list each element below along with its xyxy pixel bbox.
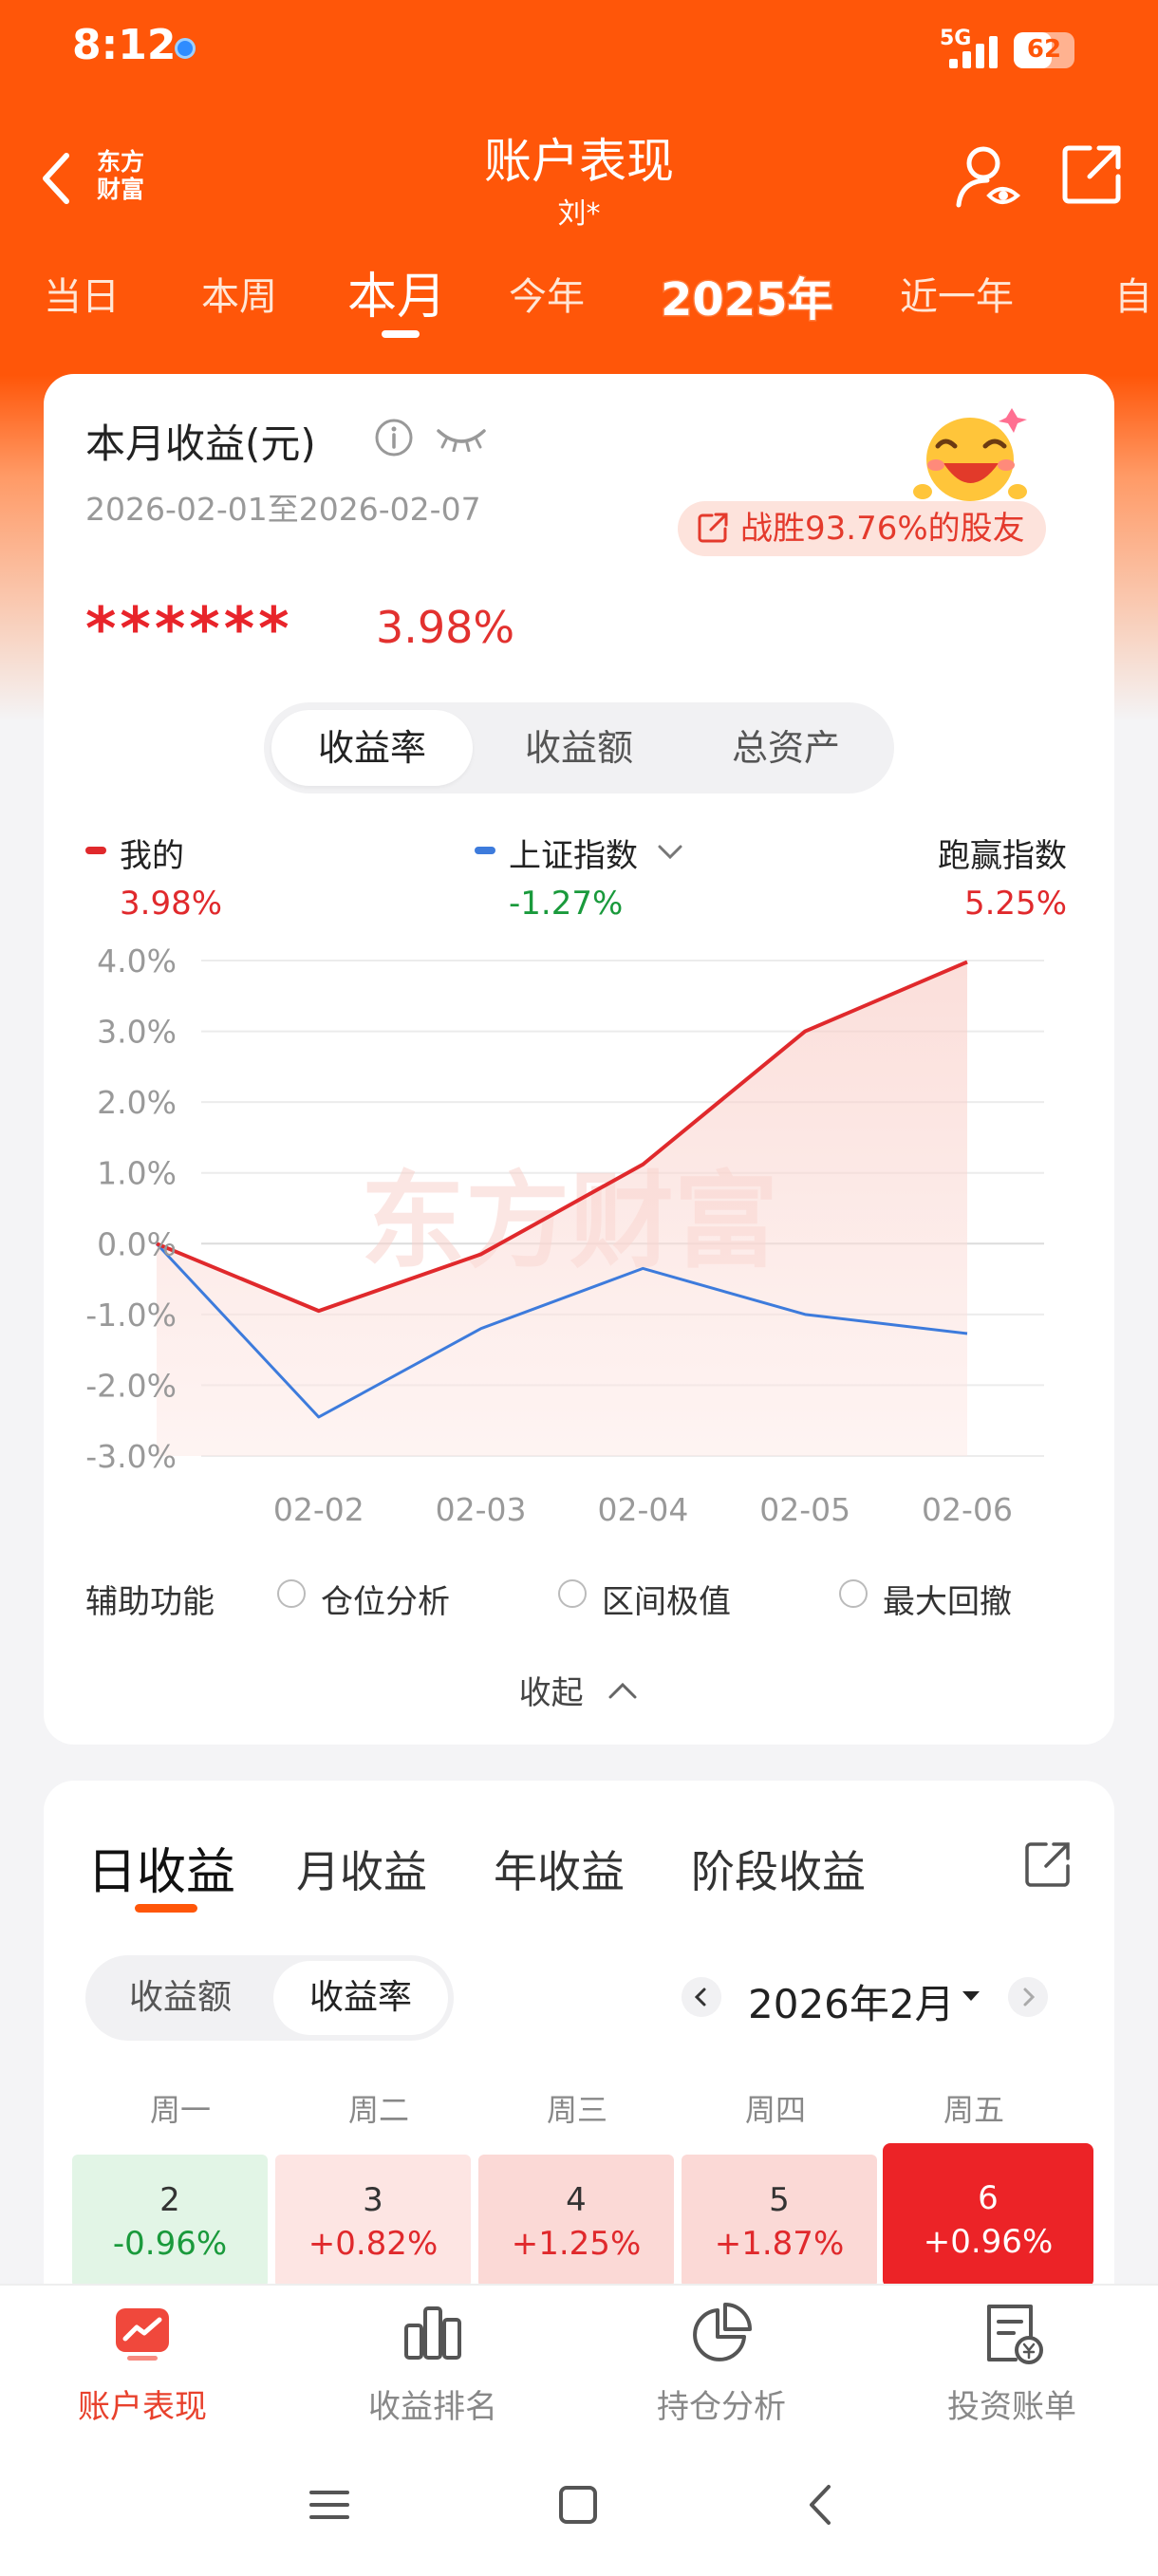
range-extreme-label[interactable]: 区间极值 <box>602 1576 731 1622</box>
y-tick-label: 2.0% <box>97 1084 177 1121</box>
legend-beat-value: 5.25% <box>963 885 1067 923</box>
metric-tab-total-assets[interactable]: 总资产 <box>685 710 887 786</box>
user-view-icon[interactable] <box>955 142 1023 211</box>
position-analysis-label[interactable]: 仓位分析 <box>321 1576 450 1622</box>
range-extreme-radio[interactable] <box>558 1579 587 1608</box>
weekday-mon: 周一 <box>149 2092 211 2128</box>
nav-investment-bill[interactable]: 投资账单 <box>898 2380 1126 2427</box>
earnings-tab-indicator <box>135 1904 197 1913</box>
beat-peers-badge[interactable]: 战胜93.76%的股友 <box>678 501 1046 556</box>
metric-tab-return-amount[interactable]: 收益额 <box>478 710 680 786</box>
y-tick-label: 3.0% <box>97 1014 177 1051</box>
toggle-rate[interactable]: 收益率 <box>273 1961 448 2035</box>
calendar-month[interactable]: 2026年2月 <box>748 1972 955 2030</box>
masked-amount: ****** <box>85 594 293 663</box>
collapse-button[interactable]: 收起 <box>0 1667 1158 1713</box>
x-tick-label: 02-03 <box>436 1491 527 1528</box>
x-tick-label: 02-06 <box>922 1491 1013 1528</box>
max-drawdown-radio[interactable] <box>839 1579 868 1608</box>
tab-this-year[interactable]: 今年 <box>509 266 585 321</box>
day-cell[interactable]: 3 +0.82% <box>275 2155 471 2287</box>
legend-index-value: -1.27% <box>509 885 624 923</box>
tab-2025[interactable]: 2025年 <box>660 262 835 328</box>
beat-peers-text: 战胜93.76%的股友 <box>740 510 1025 548</box>
chevron-up-icon <box>608 1682 637 1699</box>
daily-toggle: 收益额 收益率 <box>85 1955 454 2041</box>
day-cell-selected[interactable]: 6 +0.96% <box>883 2143 1093 2287</box>
status-time: 8:12 <box>72 21 177 69</box>
account-performance-icon[interactable] <box>110 2301 175 2365</box>
tab-today[interactable]: 当日 <box>44 266 120 321</box>
x-tick-label: 02-04 <box>597 1491 688 1528</box>
x-tick-label: 02-02 <box>273 1491 364 1528</box>
return-line-chart[interactable]: 东方财富 4.0%3.0%2.0%1.0%0.0%-1.0%-2.0%-3.0%… <box>57 940 1063 1528</box>
weekday-fri: 周五 <box>943 2092 1004 2128</box>
summary-title: 本月收益(元) <box>85 420 316 467</box>
y-tick-label: -1.0% <box>85 1297 177 1334</box>
x-axis-ticks: 02-02 02-03 02-04 02-05 02-06 <box>273 1491 1013 1528</box>
y-tick-label: -2.0% <box>85 1367 177 1404</box>
assist-label: 辅助功能 <box>85 1583 215 1621</box>
collapse-label: 收起 <box>518 1674 584 1712</box>
metric-tab-return-rate[interactable]: 收益率 <box>271 710 473 786</box>
nav-holdings-analysis[interactable]: 持仓分析 <box>607 2380 835 2427</box>
next-month-button[interactable] <box>1008 1977 1048 2017</box>
chevron-down-icon[interactable] <box>657 843 683 862</box>
y-tick-label: 0.0% <box>97 1225 177 1262</box>
weekday-wed: 周三 <box>546 2092 607 2128</box>
menu-icon[interactable] <box>306 2481 353 2529</box>
bill-icon[interactable] <box>980 2301 1044 2365</box>
tab-this-month[interactable]: 本月 <box>347 256 446 327</box>
tab-monthly-earnings[interactable]: 月收益 <box>296 1838 427 1900</box>
active-tab-indicator <box>382 330 420 338</box>
weekday-thu: 周四 <box>744 2092 806 2128</box>
toggle-amount[interactable]: 收益额 <box>91 1961 270 2035</box>
legend-mine-marker <box>85 847 106 854</box>
y-axis-ticks: 4.0% 3.0% 2.0% 1.0% 0.0% -1.0% -2.0% -3.0% <box>85 943 177 1475</box>
tab-custom[interactable]: 自 <box>1114 266 1152 321</box>
metric-segmented-control: 收益率 收益额 总资产 <box>264 702 894 793</box>
y-tick-label: 4.0% <box>97 943 177 980</box>
legend-mine-label: 我的 <box>120 837 184 875</box>
prev-month-button[interactable] <box>682 1977 721 2017</box>
nav-earnings-ranking[interactable]: 收益排名 <box>319 2380 547 2427</box>
hide-amount-icon[interactable] <box>435 423 488 452</box>
tab-yearly-earnings[interactable]: 年收益 <box>494 1838 625 1900</box>
legend-index-label[interactable]: 上证指数 <box>509 830 638 876</box>
chart-plot <box>155 960 968 1456</box>
signal-icon <box>949 34 1002 68</box>
share-arrow-icon <box>698 513 728 543</box>
legend-index-marker <box>475 847 495 854</box>
weekday-tue: 周二 <box>347 2092 409 2128</box>
battery-icon: 62 <box>1014 32 1074 68</box>
back-icon[interactable] <box>797 2481 845 2529</box>
tab-this-week[interactable]: 本周 <box>201 266 277 321</box>
day-cell[interactable]: 2 -0.96% <box>72 2155 268 2287</box>
info-icon[interactable] <box>374 418 414 457</box>
home-icon[interactable] <box>554 2481 602 2529</box>
happy-emoji-icon <box>913 408 1027 501</box>
pie-chart-icon[interactable] <box>689 2301 754 2365</box>
notification-dot-icon <box>175 38 196 59</box>
position-analysis-radio[interactable] <box>277 1579 306 1608</box>
date-range: 2026-02-01至2026-02-07 <box>85 491 481 528</box>
nav-account-performance[interactable]: 账户表现 <box>28 2380 256 2427</box>
x-tick-label: 02-05 <box>759 1491 850 1528</box>
day-cell[interactable]: 4 +1.25% <box>478 2155 674 2287</box>
day-cell[interactable]: 5 +1.87% <box>682 2155 877 2287</box>
month-dropdown-icon[interactable] <box>961 1989 981 2003</box>
return-percent: 3.98% <box>376 602 515 653</box>
tab-daily-earnings[interactable]: 日收益 <box>87 1832 235 1903</box>
max-drawdown-label[interactable]: 最大回撤 <box>883 1576 1012 1622</box>
y-tick-label: 1.0% <box>97 1155 177 1192</box>
ranking-icon[interactable] <box>401 2301 465 2365</box>
tab-last-year[interactable]: 近一年 <box>900 266 1014 321</box>
export-icon[interactable] <box>1023 1839 1073 1889</box>
share-icon[interactable] <box>1061 142 1124 205</box>
battery-level: 62 <box>1026 35 1062 64</box>
y-tick-label: -3.0% <box>85 1438 177 1475</box>
legend-beat-label: 跑赢指数 <box>938 837 1067 875</box>
tab-period-earnings[interactable]: 阶段收益 <box>691 1838 866 1900</box>
legend-mine-value: 3.98% <box>120 885 223 923</box>
